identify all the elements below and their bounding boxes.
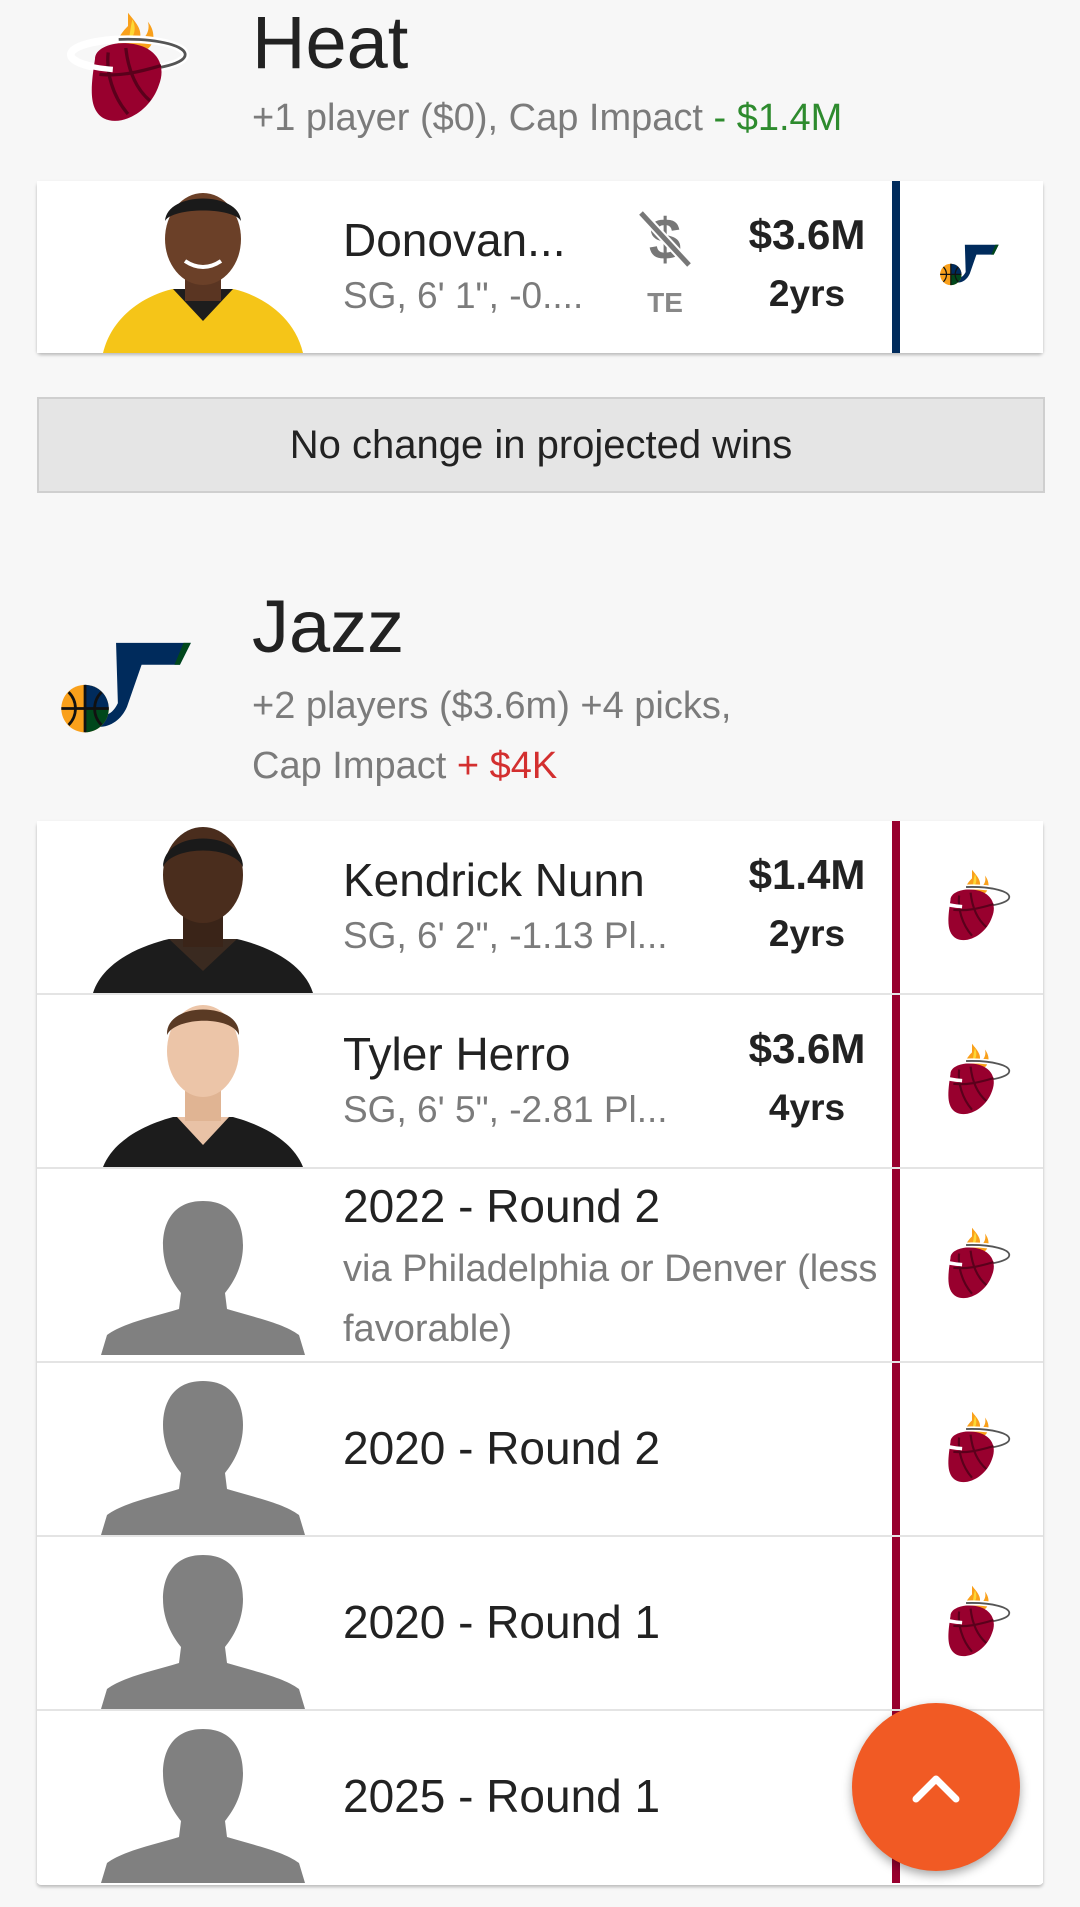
- heat-summary-text: +1 player ($0), Cap Impact: [252, 97, 703, 139]
- player-years: 4yrs: [768, 1087, 846, 1128]
- player-name: Donovan...: [343, 214, 566, 266]
- player-photo-nunn: [93, 821, 313, 993]
- from-team-color-bar: [892, 1363, 900, 1535]
- no-money-icon: $: [637, 207, 693, 271]
- player-salary: $3.6M: [748, 1025, 866, 1072]
- player-info: SG, 6' 1", -0....: [343, 275, 584, 316]
- pick-detail: via Philadelphia or Denver (less favorab…: [343, 1248, 878, 1350]
- from-team-color-bar: [892, 1537, 900, 1709]
- heat-team-header: Heat +1 player ($0), Cap Impact - $1.4M: [0, 0, 1080, 160]
- heat-logo-icon: [917, 1169, 1027, 1361]
- jazz-summary-text: Cap Impact: [252, 745, 447, 787]
- pick-row-2022-r2[interactable]: 2022 - Round 2 via Philadelphia or Denve…: [37, 1169, 1043, 1363]
- heat-cap-impact: - $1.4M: [713, 97, 843, 139]
- heat-team-name: Heat: [252, 1, 409, 84]
- heat-trade-summary: +1 player ($0), Cap Impact - $1.4M: [252, 88, 1052, 148]
- player-info: SG, 6' 5", -2.81 Pl...: [343, 1089, 668, 1130]
- heat-incoming-card: Donovan... SG, 6' 1", -0.... $ TE $3.6M …: [37, 181, 1043, 353]
- pick-title: 2025 - Round 1: [343, 1770, 661, 1822]
- jazz-logo-icon: [939, 244, 1000, 286]
- from-team-color-bar: [892, 1169, 900, 1361]
- from-team-color-bar: [892, 821, 900, 993]
- player-salary: $1.4M: [748, 851, 866, 898]
- player-silhouette-icon: [93, 1183, 313, 1355]
- heat-logo-icon: [917, 1363, 1027, 1535]
- player-photo-donovan: [93, 181, 313, 353]
- player-photo-herro: [93, 995, 313, 1167]
- player-name: Kendrick Nunn: [343, 854, 645, 906]
- heat-logo-icon: [917, 1537, 1027, 1709]
- jazz-logo-icon: [54, 628, 200, 738]
- pick-row-2020-r2[interactable]: 2020 - Round 2: [37, 1363, 1043, 1537]
- jazz-team-header: Jazz +2 players ($3.6m) +4 picks, Cap Im…: [0, 580, 1080, 800]
- heat-logo-icon: [917, 995, 1027, 1167]
- heat-logo-icon: [917, 821, 1027, 993]
- heat-logo-icon: [62, 4, 194, 136]
- pick-title: 2020 - Round 1: [343, 1596, 661, 1648]
- trade-exception-label: TE: [647, 287, 683, 318]
- player-years: 2yrs: [768, 273, 846, 314]
- player-silhouette-icon: [93, 1711, 313, 1883]
- jazz-summary-line1: +2 players ($3.6m) +4 picks,: [252, 685, 732, 727]
- pick-title: 2020 - Round 2: [343, 1422, 661, 1474]
- jazz-cap-impact: + $4K: [456, 745, 558, 787]
- player-years: 2yrs: [768, 913, 846, 954]
- jazz-trade-summary: +2 players ($3.6m) +4 picks, Cap Impact …: [252, 676, 1052, 796]
- from-team-color-bar: [892, 181, 900, 353]
- player-info: SG, 6' 2", -1.13 Pl...: [343, 915, 668, 956]
- player-silhouette-icon: [93, 1363, 313, 1535]
- player-salary: $3.6M: [748, 211, 866, 258]
- player-name: Tyler Herro: [343, 1028, 571, 1080]
- from-team-color-bar: [892, 995, 900, 1167]
- player-silhouette-icon: [93, 1537, 313, 1709]
- projected-wins-banner: No change in projected wins: [37, 397, 1045, 493]
- player-row-donovan[interactable]: Donovan... SG, 6' 1", -0.... $ TE $3.6M …: [37, 181, 1043, 353]
- player-row-nunn[interactable]: Kendrick Nunn SG, 6' 2", -1.13 Pl... $1.…: [37, 821, 1043, 995]
- jazz-team-name: Jazz: [252, 585, 405, 668]
- pick-title: 2022 - Round 2: [343, 1180, 661, 1232]
- pick-row-2020-r1[interactable]: 2020 - Round 1: [37, 1537, 1043, 1711]
- scroll-to-top-button[interactable]: [852, 1703, 1020, 1871]
- player-row-herro[interactable]: Tyler Herro SG, 6' 5", -2.81 Pl... $3.6M…: [37, 995, 1043, 1169]
- chevron-up-icon: [912, 1775, 960, 1803]
